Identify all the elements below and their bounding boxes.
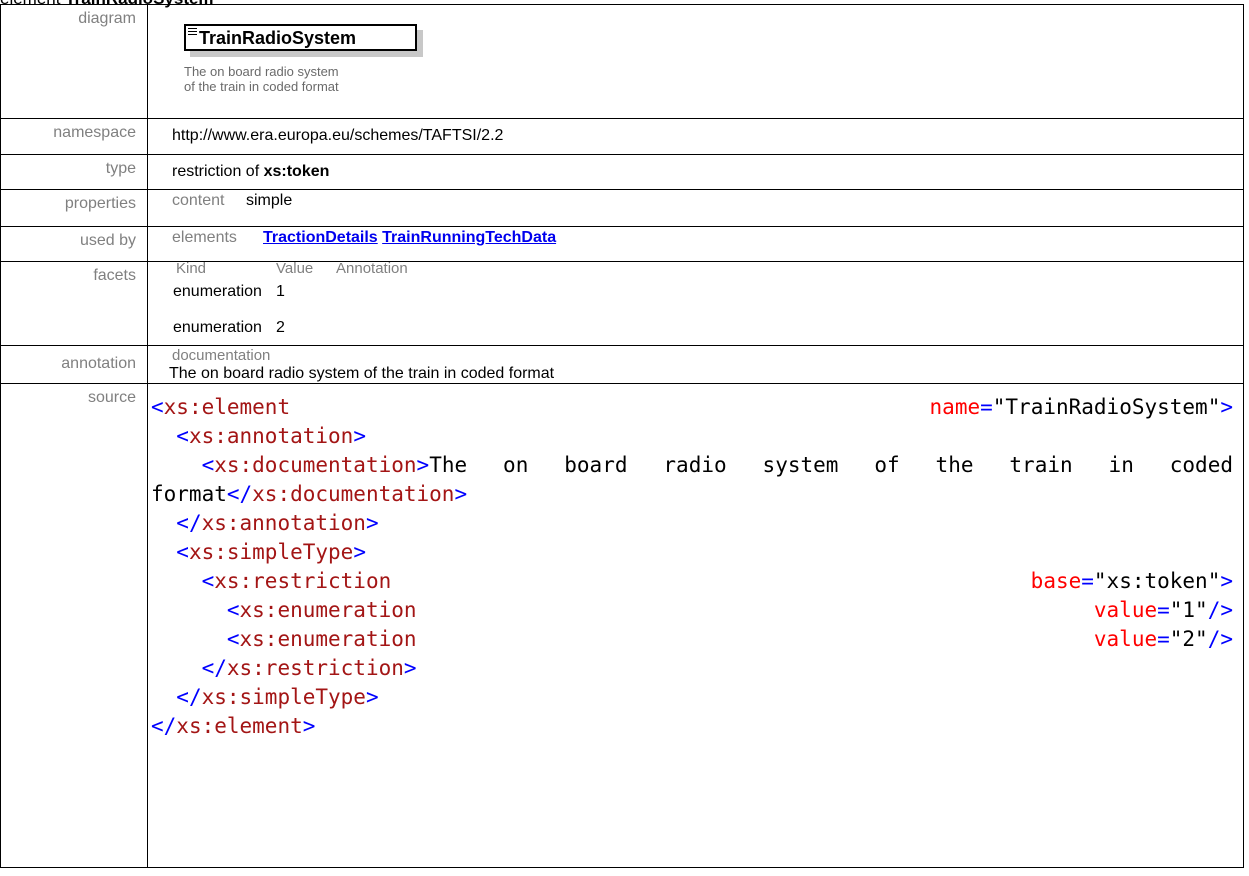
annotation-text: The on board radio system of the train i… [169, 365, 555, 382]
element-diagram: TrainRadioSystem The on board radio syst… [156, 17, 423, 107]
source-line: </xs:element> [151, 714, 316, 738]
source-line: <xs:enumeration value="2"/> [226, 627, 1233, 651]
row-annotation: annotation documentation The on board ra… [0, 345, 1244, 384]
namespace-value: http://www.era.europa.eu/schemes/TAFTSI/… [147, 118, 1244, 155]
facet-annotation [336, 319, 456, 337]
row-namespace: namespace http://www.era.europa.eu/schem… [0, 118, 1244, 155]
diagram-caption-line: The on board radio system [184, 64, 339, 79]
diagram-caption: The on board radio system of the train i… [184, 64, 384, 94]
facet-value: 2 [276, 319, 285, 336]
source-line: <xs:enumeration value="1"/> [226, 598, 1233, 622]
row-used-by: used by elements TractionDetails TrainRun… [0, 226, 1244, 262]
facets-header-annotation: Annotation [336, 260, 408, 277]
facet-value: 1 [276, 283, 285, 300]
property-key: content [172, 192, 225, 209]
label-type: type [0, 154, 148, 190]
element-doc-table: diagram TrainRadioSystem The on board ra… [0, 4, 1244, 868]
documentation-lines-icon [188, 28, 197, 37]
row-type: type restriction of xs:token [0, 154, 1244, 190]
facet-kind: enumeration [173, 283, 262, 300]
row-diagram: diagram TrainRadioSystem The on board ra… [0, 4, 1244, 119]
source-line: </xs:annotation> [176, 511, 379, 535]
row-properties: properties content simple [0, 189, 1244, 227]
label-properties: properties [0, 189, 148, 227]
source-line: </xs:restriction> [201, 656, 417, 680]
source-line: </xs:simpleType> [176, 685, 379, 709]
label-facets: facets [0, 261, 148, 346]
label-diagram: diagram [0, 4, 148, 119]
label-source: source [0, 383, 148, 868]
source-line: <xs:documentation>The on board radio system o… [201, 453, 1233, 477]
property-value: simple [246, 192, 293, 209]
source-line: format</xs:documentation> [151, 482, 468, 506]
source-line: <xs:simpleType> [176, 540, 366, 564]
source-line: <xs:annotation> [176, 424, 366, 448]
source-line: <xs:restriction base="xs:token"> [201, 569, 1233, 593]
label-annotation: annotation [0, 345, 148, 384]
facets-table: Kind Value Annotation enumeration 1 enum… [173, 260, 1243, 337]
type-prefix: restriction of [172, 163, 264, 180]
label-used-by: used by [0, 226, 148, 262]
diagram-caption-line: of the train in coded format [184, 79, 339, 94]
source-code-block: <xs:element name="TrainRadioSystem"> <xs:… [127, 393, 1233, 741]
diagram-element-box[interactable]: TrainRadioSystem [184, 24, 417, 51]
annotation-key: documentation [172, 347, 271, 364]
link-train-running-tech-data[interactable]: TrainRunningTechData [382, 229, 556, 246]
link-traction-details[interactable]: TractionDetails [263, 229, 378, 246]
facet-kind: enumeration [173, 319, 262, 336]
label-namespace: namespace [0, 118, 148, 155]
source-line: <xs:element name="TrainRadioSystem"> [151, 395, 1233, 419]
row-facets: facets Kind Value Annotation enumeration… [0, 260, 1244, 346]
facets-header-kind: Kind [176, 260, 207, 277]
type-base: xs:token [263, 163, 330, 180]
diagram-element-name: TrainRadioSystem [199, 28, 357, 48]
used-by-kind: elements [172, 229, 237, 246]
row-source: source <xs:element name="TrainRadioSystem… [0, 383, 1244, 868]
facet-annotation [336, 283, 456, 301]
facets-header-value: Value [276, 260, 314, 277]
